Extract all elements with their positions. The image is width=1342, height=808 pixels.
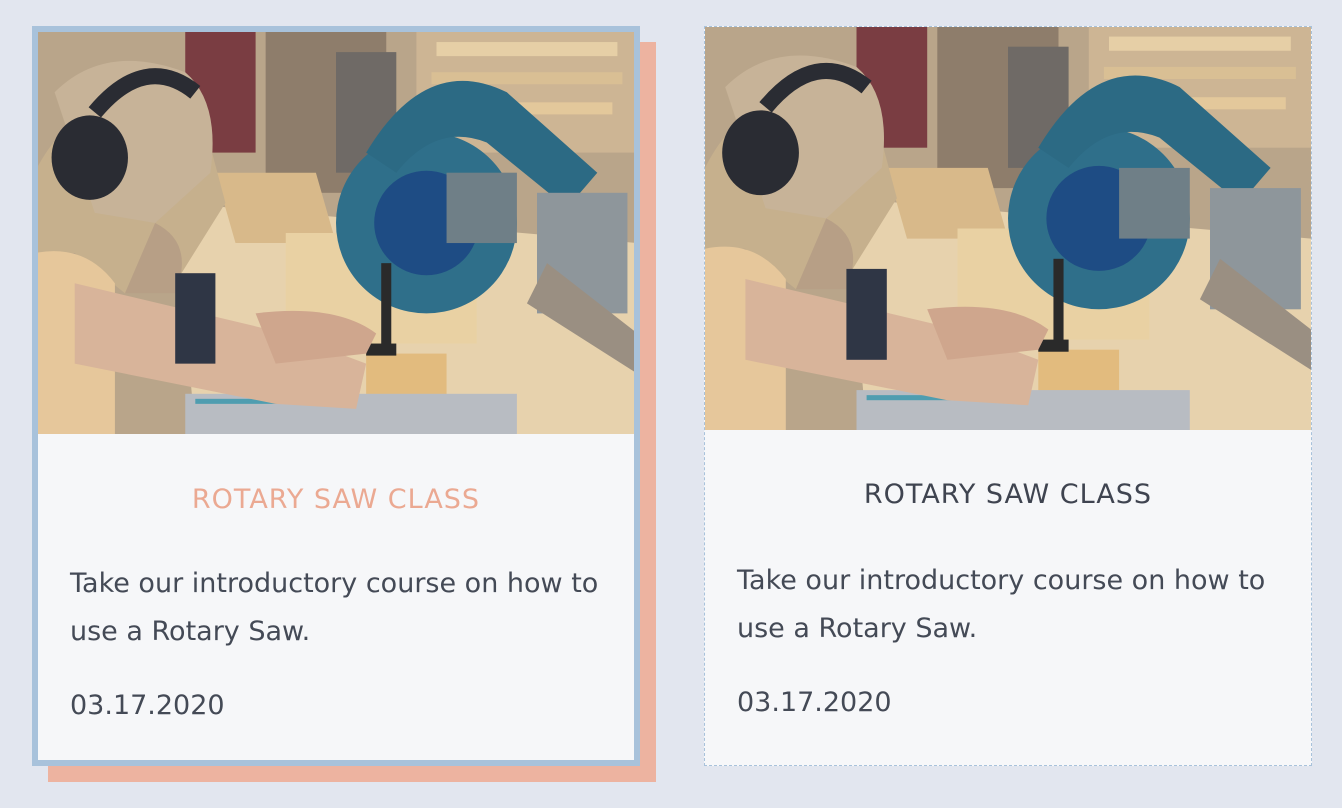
- card-date: 03.17.2020: [70, 690, 225, 721]
- event-card-default[interactable]: ROTARY SAW CLASS Take our introductory c…: [704, 26, 1312, 766]
- miter-saw-photo: [705, 27, 1311, 430]
- card-title[interactable]: ROTARY SAW CLASS: [38, 484, 634, 515]
- card-title[interactable]: ROTARY SAW CLASS: [705, 479, 1311, 510]
- event-card-hover[interactable]: ROTARY SAW CLASS Take our introductory c…: [32, 26, 640, 766]
- miter-saw-photo: [38, 32, 634, 434]
- card-description: Take our introductory course on how to u…: [737, 565, 1266, 644]
- miter-saw-image: [38, 32, 634, 434]
- card-description: Take our introductory course on how to u…: [70, 568, 599, 647]
- card-date: 03.17.2020: [737, 687, 892, 718]
- miter-saw-image: [705, 27, 1311, 430]
